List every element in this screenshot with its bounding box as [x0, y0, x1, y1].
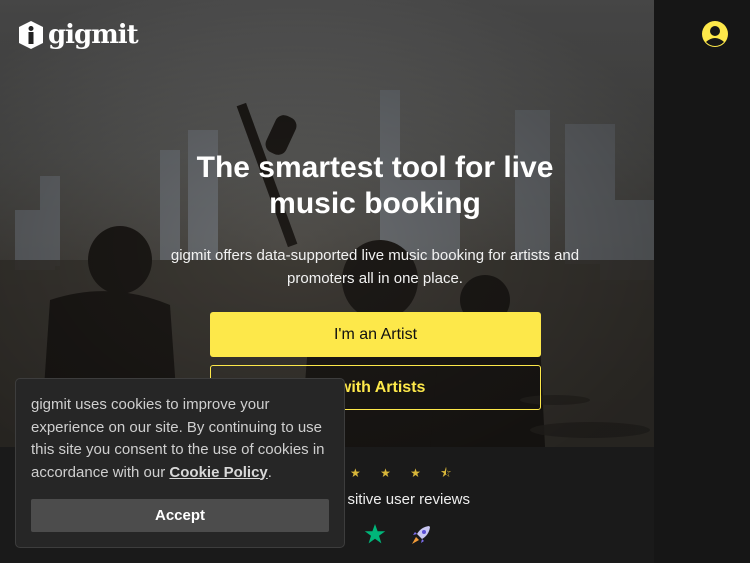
user-circle-icon[interactable] — [701, 20, 729, 48]
rating-stars: ★ ★ ★ ⯪ — [350, 466, 460, 480]
logo-text: gigmit — [48, 20, 139, 50]
artist-signup-button[interactable]: I'm an Artist — [210, 312, 541, 357]
right-dark-panel — [654, 0, 750, 563]
accept-cookies-button[interactable]: Accept — [31, 499, 329, 532]
trustpilot-star-icon[interactable] — [364, 523, 386, 545]
gigmit-logo-icon — [19, 21, 43, 49]
hero-description: gigmit offers data-supported live music … — [170, 247, 580, 287]
rocket-icon[interactable] — [409, 523, 433, 547]
site-logo[interactable]: gigmit — [18, 20, 139, 50]
cookie-message-end: . — [267, 463, 272, 481]
cookie-banner: gigmit uses cookies to improve your expe… — [15, 378, 345, 548]
page-title: The smartest tool for live music booking — [196, 151, 554, 220]
cookie-policy-link[interactable]: Cookie Policy — [169, 464, 267, 481]
cookie-message: gigmit uses cookies to improve your expe… — [31, 394, 329, 484]
